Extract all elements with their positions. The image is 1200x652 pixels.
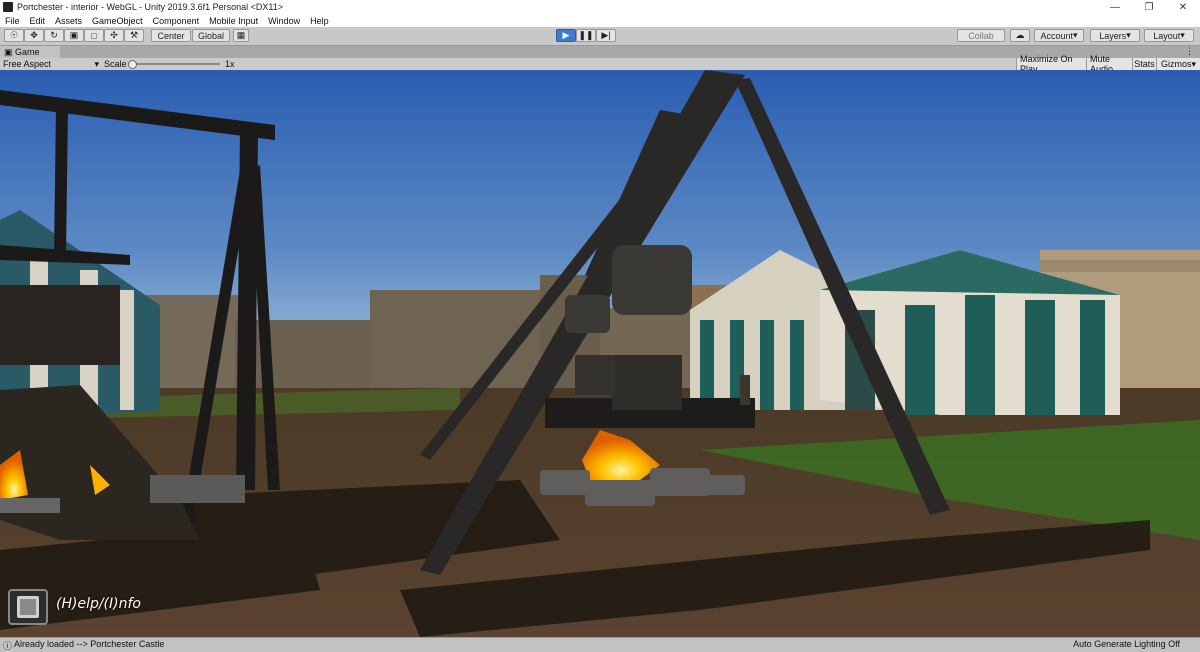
menu-assets[interactable]: Assets	[50, 16, 87, 26]
scale-value: 1x	[225, 59, 235, 69]
gizmos-dropdown[interactable]: Gizmos ▾	[1156, 58, 1200, 70]
account-label: Account	[1040, 30, 1073, 41]
scale-slider-handle[interactable]	[128, 60, 137, 69]
layers-label: Layers	[1099, 30, 1127, 41]
book-icon	[17, 596, 39, 618]
account-dropdown[interactable]: Account ▾	[1034, 29, 1084, 42]
pivot-label: Center	[157, 30, 185, 41]
custom-tool-icon[interactable]: ⚒	[124, 29, 144, 42]
game-viewport[interactable]: (H)elp/(I)nfo	[0, 70, 1200, 637]
info-icon: ⓘ	[3, 641, 13, 651]
game-scene	[0, 70, 1200, 637]
villager-figure	[740, 375, 750, 405]
cloud-icon[interactable]: ☁	[1010, 29, 1030, 42]
transform-tool-icon[interactable]: ✣	[104, 29, 124, 42]
layout-label: Layout	[1153, 30, 1181, 41]
tab-menu-icon[interactable]: ⋮	[1185, 46, 1194, 57]
menu-gameobject[interactable]: GameObject	[87, 16, 148, 26]
status-bar: ⓘ Already loaded --> Portchester Castle …	[0, 637, 1200, 651]
main-toolbar: ☉ ✥ ↻ ▣ □ ✣ ⚒ Center Global ▦ ▶ ❚❚ ▶| Co…	[0, 27, 1200, 46]
menu-edit[interactable]: Edit	[25, 16, 51, 26]
lighting-status[interactable]: Auto Generate Lighting Off	[1073, 639, 1180, 649]
menu-help[interactable]: Help	[305, 16, 334, 26]
window-title: Portchester - interior - WebGL - Unity 2…	[17, 2, 283, 12]
menu-window[interactable]: Window	[263, 16, 305, 26]
move-tool-icon[interactable]: ✥	[24, 29, 44, 42]
step-button[interactable]: ▶|	[596, 29, 616, 42]
scale-label: Scale	[104, 59, 127, 69]
tab-game[interactable]: ▣ Game	[0, 46, 60, 58]
minimize-icon[interactable]: —	[1098, 0, 1132, 14]
aspect-dropdown[interactable]: Free Aspect ▾	[3, 58, 99, 70]
space-label: Global	[197, 30, 224, 41]
stats-toggle[interactable]: Stats	[1132, 58, 1156, 70]
pivot-center-button[interactable]: Center	[151, 29, 191, 42]
rect-tool-icon[interactable]: □	[84, 29, 104, 42]
hand-tool-icon[interactable]: ☉	[4, 29, 24, 42]
layout-dropdown[interactable]: Layout ▾	[1144, 29, 1194, 42]
tab-game-label: Game	[15, 47, 40, 57]
scale-tool-icon[interactable]: ▣	[64, 29, 84, 42]
menu-bar: File Edit Assets GameObject Component Mo…	[0, 14, 1200, 27]
unity-logo-icon	[3, 2, 13, 12]
grid-snap-icon[interactable]: ▦	[233, 29, 249, 42]
window-title-bar: Portchester - interior - WebGL - Unity 2…	[0, 0, 1200, 14]
pause-button[interactable]: ❚❚	[576, 29, 596, 42]
stats-label: Stats	[1134, 59, 1155, 69]
mute-audio-toggle[interactable]: Mute Audio	[1086, 54, 1132, 74]
menu-mobile-input[interactable]: Mobile Input	[204, 16, 263, 26]
play-button[interactable]: ▶	[556, 29, 576, 42]
help-book-button[interactable]	[8, 589, 48, 625]
collab-button[interactable]: Collab	[957, 29, 1005, 42]
close-icon[interactable]: ✕	[1166, 0, 1200, 14]
aspect-label: Free Aspect	[3, 59, 52, 69]
space-global-button[interactable]: Global	[192, 29, 230, 42]
rotate-tool-icon[interactable]: ↻	[44, 29, 64, 42]
scale-slider[interactable]	[128, 58, 220, 70]
help-info-label: (H)elp/(I)nfo	[56, 596, 141, 612]
menu-component[interactable]: Component	[148, 16, 205, 26]
maximize-on-play-toggle[interactable]: Maximize On Play	[1016, 54, 1086, 74]
status-message: Already loaded --> Portchester Castle	[14, 639, 165, 649]
restore-icon[interactable]: ❐	[1132, 0, 1166, 14]
menu-file[interactable]: File	[0, 16, 25, 26]
collab-label: Collab	[968, 30, 994, 41]
gizmos-label: Gizmos	[1160, 59, 1192, 69]
window-controls: — ❐ ✕	[1098, 0, 1200, 14]
layers-dropdown[interactable]: Layers ▾	[1090, 29, 1140, 42]
